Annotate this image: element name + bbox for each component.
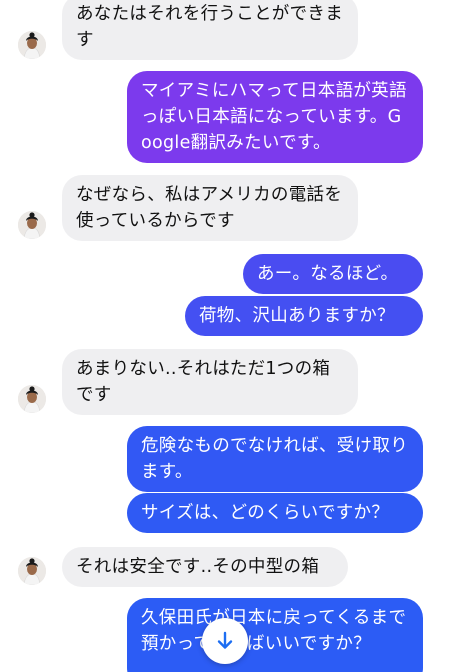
arrow-down-icon <box>217 631 233 649</box>
scroll-to-bottom-button[interactable] <box>202 618 248 664</box>
contact-avatar[interactable] <box>18 557 46 585</box>
incoming-message[interactable]: なぜなら、私はアメリカの電話を使っているからです <box>62 175 358 241</box>
outgoing-message[interactable]: あー。なるほど。 <box>243 254 423 294</box>
outgoing-message[interactable]: サイズは、どのくらいですか？ <box>127 493 423 533</box>
outgoing-message[interactable]: 荷物、沢山ありますか？ <box>185 296 423 336</box>
avatar-photo-icon <box>18 211 46 239</box>
avatar-photo-icon <box>18 31 46 59</box>
avatar-photo-icon <box>18 557 46 585</box>
message-text: あまりない..それはただ1つの箱です <box>76 359 331 405</box>
message-thread: あなたはそれを行うことができます マイアミにハマって日本語が英語っぽい日本語にな… <box>0 0 450 672</box>
message-text: それは安全です..その中型の箱 <box>76 557 320 577</box>
outgoing-message[interactable]: 久保田氏が日本に戻ってくるまで預かっていればいいですか？ <box>127 598 423 672</box>
avatar-photo-icon <box>18 385 46 413</box>
incoming-message[interactable]: それは安全です..その中型の箱 <box>62 547 348 587</box>
outgoing-message[interactable]: マイアミにハマって日本語が英語っぽい日本語になっています。Google翻訳みたい… <box>127 71 423 163</box>
message-text: なぜなら、私はアメリカの電話を使っているからです <box>76 185 343 231</box>
incoming-message[interactable]: あなたはそれを行うことができます <box>62 0 358 60</box>
message-text: 危険なものでなければ、受け取ります。 <box>141 436 408 482</box>
outgoing-message[interactable]: 危険なものでなければ、受け取ります。 <box>127 426 423 492</box>
message-text: 荷物、沢山ありますか？ <box>199 306 395 326</box>
contact-avatar[interactable] <box>18 385 46 413</box>
message-text: マイアミにハマって日本語が英語っぽい日本語になっています。Google翻訳みたい… <box>141 81 407 153</box>
message-text: あなたはそれを行うことができます <box>76 4 343 50</box>
message-text: サイズは、どのくらいですか？ <box>141 503 390 523</box>
message-text: 久保田氏が日本に戻ってくるまで預かっていればいいですか？ <box>141 608 407 654</box>
message-text: あー。なるほど。 <box>257 264 399 284</box>
contact-avatar[interactable] <box>18 211 46 239</box>
contact-avatar[interactable] <box>18 31 46 59</box>
incoming-message[interactable]: あまりない..それはただ1つの箱です <box>62 349 358 415</box>
